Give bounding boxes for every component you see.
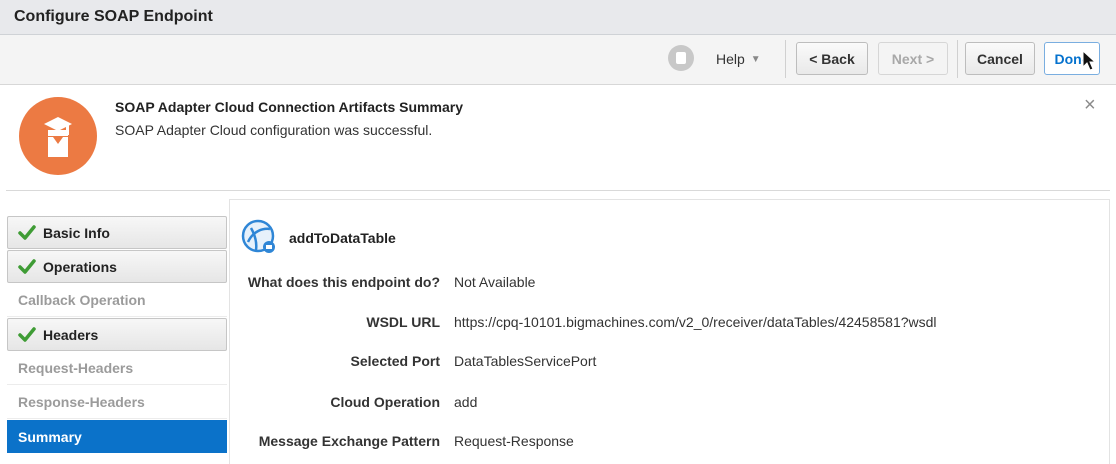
- back-button[interactable]: < Back: [796, 42, 868, 75]
- nav-item-operations[interactable]: Operations: [7, 250, 227, 283]
- toolbar-separator: [957, 40, 958, 78]
- checkmark-icon: [18, 326, 36, 342]
- nav-item-headers[interactable]: Headers: [7, 318, 227, 351]
- field-label: WSDL URL: [366, 314, 440, 330]
- checkmark-icon: [18, 258, 36, 274]
- field-value: add: [454, 394, 478, 410]
- dialog-title-bar: Configure SOAP Endpoint: [0, 0, 1116, 35]
- divider: [6, 190, 1110, 191]
- nav-item-label: Headers: [43, 326, 99, 343]
- field-value: DataTablesServicePort: [454, 353, 597, 369]
- cpq-adapter-icon: [668, 45, 694, 71]
- nav-item-response-headers[interactable]: Response-Headers: [7, 386, 227, 419]
- wizard-step-nav: Basic Info Operations Callback Operation…: [7, 216, 227, 454]
- summary-panel: addToDataTable What does this endpoint d…: [229, 199, 1110, 464]
- next-button[interactable]: Next >: [878, 42, 948, 75]
- nav-item-basic-info[interactable]: Basic Info: [7, 216, 227, 249]
- summary-row: Selected Port DataTablesServicePort: [230, 353, 1110, 373]
- nav-item-label: Request-Headers: [18, 360, 134, 376]
- nav-item-label: Response-Headers: [18, 394, 145, 410]
- field-value: Request-Response: [454, 433, 574, 449]
- dialog-title: Configure SOAP Endpoint: [14, 8, 213, 25]
- field-label: Cloud Operation: [330, 394, 440, 410]
- close-icon[interactable]: ×: [1084, 95, 1096, 115]
- endpoint-name: addToDataTable: [289, 230, 396, 246]
- field-value: Not Available: [454, 274, 536, 290]
- adapter-artifact-icon: [19, 97, 97, 175]
- checkmark-icon: [18, 224, 36, 240]
- nav-item-summary[interactable]: Summary: [7, 420, 227, 453]
- confirmation-banner: SOAP Adapter Cloud Connection Artifacts …: [0, 85, 1116, 191]
- mouse-pointer-icon: [1082, 50, 1096, 71]
- field-label: What does this endpoint do?: [247, 274, 440, 290]
- field-value: https://cpq-10101.bigmachines.com/v2_0/r…: [454, 314, 937, 330]
- soap-endpoint-globe-icon: [241, 219, 275, 253]
- nav-item-label: Summary: [18, 428, 82, 445]
- nav-item-label: Basic Info: [43, 224, 110, 241]
- banner-title: SOAP Adapter Cloud Connection Artifacts …: [115, 99, 463, 115]
- nav-item-callback-operation[interactable]: Callback Operation: [7, 284, 227, 317]
- help-menu[interactable]: Help ▼: [716, 51, 761, 67]
- cancel-button[interactable]: Cancel: [965, 42, 1035, 75]
- summary-row: Message Exchange Pattern Request-Respons…: [230, 433, 1110, 453]
- nav-item-label: Operations: [43, 258, 117, 275]
- nav-item-request-headers[interactable]: Request-Headers: [7, 352, 227, 385]
- banner-message: SOAP Adapter Cloud configuration was suc…: [115, 122, 433, 138]
- field-label: Message Exchange Pattern: [258, 433, 440, 449]
- toolbar: Help ▼ < Back Next > Cancel Done: [0, 35, 1116, 85]
- field-label: Selected Port: [350, 353, 440, 369]
- summary-row: Cloud Operation add: [230, 394, 1110, 414]
- chevron-down-icon: ▼: [750, 53, 761, 65]
- toolbar-separator: [785, 40, 786, 78]
- help-label: Help: [716, 51, 745, 67]
- summary-row: What does this endpoint do? Not Availabl…: [230, 274, 1110, 294]
- summary-row: WSDL URL https://cpq-10101.bigmachines.c…: [230, 314, 1110, 334]
- nav-item-label: Callback Operation: [18, 292, 146, 308]
